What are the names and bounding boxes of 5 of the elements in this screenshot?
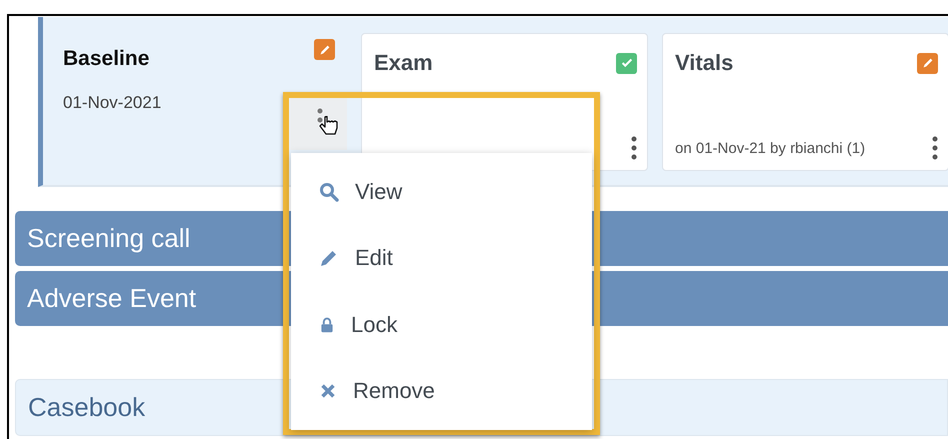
form-footer-text: on 01-Nov-21 by rbianchi (1) <box>675 140 866 156</box>
visit-date: 01-Nov-2021 <box>63 93 162 113</box>
visit-title: Baseline <box>63 47 150 71</box>
form-title: Vitals <box>675 50 734 76</box>
form-title: Exam <box>374 50 433 76</box>
